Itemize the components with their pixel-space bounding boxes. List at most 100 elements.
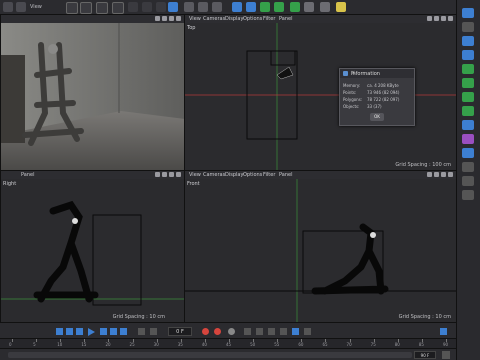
rotation-key-icon[interactable]	[268, 328, 275, 335]
select-tool-icon[interactable]	[66, 2, 78, 14]
front-wireframe	[185, 179, 457, 323]
scale-tool-icon[interactable]	[96, 2, 108, 14]
close-icon[interactable]: ×	[351, 70, 411, 76]
front-viewport[interactable]: View Cameras Display Options Filter Pane…	[184, 170, 458, 324]
memory-label: Memory:	[343, 83, 361, 88]
range-slider[interactable]	[8, 352, 412, 358]
globe-icon[interactable]	[462, 162, 474, 172]
menu-file[interactable]: View	[30, 4, 42, 10]
light-icon[interactable]	[336, 2, 346, 12]
previous-frame-icon[interactable]	[76, 328, 83, 335]
axis-x-icon[interactable]	[128, 2, 138, 12]
points-label: Points:	[343, 90, 357, 95]
timeline-tick-label: 85	[418, 342, 424, 347]
polygons-mode-icon[interactable]	[462, 50, 474, 60]
position-key-icon[interactable]	[244, 328, 251, 335]
undo-icon[interactable]	[3, 2, 13, 12]
loop-icon[interactable]	[138, 328, 145, 335]
texture-mode-icon[interactable]	[462, 78, 474, 88]
timeline-tick-label: 25	[129, 342, 135, 347]
snap-icon[interactable]	[462, 106, 474, 116]
perspective-viewport[interactable]	[0, 14, 186, 172]
end-frame-field[interactable]: 90 F	[414, 351, 436, 359]
next-frame-icon[interactable]	[100, 328, 107, 335]
render-settings-icon[interactable]	[212, 2, 222, 12]
grid-spacing-label: Grid Spacing : 10 cm	[398, 314, 451, 320]
autokey-icon[interactable]	[214, 328, 221, 335]
ok-button[interactable]: OK	[370, 113, 384, 121]
axis-y-icon[interactable]	[142, 2, 152, 12]
rotate-tool-icon[interactable]	[112, 2, 124, 14]
perspective-nav-icons[interactable]	[153, 16, 181, 22]
top-wireframe	[185, 23, 457, 171]
timeline-tick	[12, 339, 13, 342]
sculpt-icon[interactable]	[462, 134, 474, 144]
information-dialog: Information × Memory: ca. 4 208 KByte Po…	[339, 68, 415, 126]
info-icon	[343, 71, 348, 76]
cube-icon[interactable]	[232, 2, 242, 12]
record-keyframe-icon[interactable]	[202, 328, 209, 335]
previous-key-icon[interactable]	[66, 328, 73, 335]
timeline-tick-label: 90	[443, 342, 449, 347]
timeline-ruler[interactable]: 0 5 10 15 20 25 30 35 40 45 50 55 60 65 70 75 80 85 90	[0, 338, 456, 348]
redo-icon[interactable]	[16, 2, 26, 12]
top-viewport[interactable]: View Cameras Display Options Filter Pane…	[184, 14, 458, 172]
keyframe-selection-icon[interactable]	[228, 328, 235, 335]
timeline-tick-label: 5	[33, 342, 36, 347]
transport-bar: 0 F	[0, 322, 456, 338]
point-level-icon[interactable]	[292, 328, 299, 335]
workplane-icon[interactable]	[462, 120, 474, 130]
solo-icon[interactable]	[462, 148, 474, 158]
objects-value: 33 (37)	[367, 104, 382, 109]
timeline-tick	[36, 339, 38, 342]
play-icon[interactable]	[88, 328, 95, 336]
timeline-tick-label: 0	[9, 342, 12, 347]
timeline-tick-label: 40	[201, 342, 207, 347]
tool-palette	[456, 0, 480, 360]
timeline-tick-label: 45	[226, 342, 232, 347]
coordinate-system-icon[interactable]	[168, 2, 178, 12]
scale-key-icon[interactable]	[256, 328, 263, 335]
parameter-key-icon[interactable]	[280, 328, 287, 335]
dialog-title-bar[interactable]: Information ×	[340, 69, 414, 78]
points-mode-icon[interactable]	[462, 22, 474, 32]
timeline-range-bar: 90 F	[0, 348, 456, 360]
right-viewport[interactable]: Panel Right Grid Spacing : 10 cm	[0, 170, 186, 324]
timeline-tick-label: 70	[346, 342, 352, 347]
render-picture-icon[interactable]	[198, 2, 208, 12]
grid-key-icon[interactable]	[304, 328, 311, 335]
timeline-settings-icon[interactable]	[440, 328, 447, 335]
main-toolbar: View	[0, 0, 456, 14]
lock-icon[interactable]	[462, 176, 474, 186]
subdivision-icon[interactable]	[260, 2, 270, 12]
current-frame-field[interactable]: 0 F	[168, 327, 192, 336]
floor-icon[interactable]	[304, 2, 314, 12]
grid-spacing-label: Grid Spacing : 100 cm	[395, 162, 451, 168]
array-icon[interactable]	[274, 2, 284, 12]
polygons-label: Polygons:	[343, 97, 363, 102]
make-editable-icon[interactable]	[462, 8, 474, 18]
layers-icon[interactable]	[462, 190, 474, 200]
timeline-tick-label: 15	[81, 342, 87, 347]
grid-spacing-label: Grid Spacing : 10 cm	[112, 314, 165, 320]
next-key-icon[interactable]	[110, 328, 117, 335]
points-value: 73 946 (82 094)	[367, 90, 400, 95]
axis-z-icon[interactable]	[156, 2, 166, 12]
deformer-icon[interactable]	[290, 2, 300, 12]
render-view-icon[interactable]	[184, 2, 194, 12]
timeline-tick-label: 65	[322, 342, 328, 347]
range-lock-icon[interactable]	[442, 351, 450, 359]
go-to-start-icon[interactable]	[56, 328, 63, 335]
timeline-tick-label: 30	[153, 342, 159, 347]
timeline-tick-label: 80	[394, 342, 400, 347]
timeline-tick-label: 60	[298, 342, 304, 347]
timeline-tick-label: 10	[57, 342, 63, 347]
pen-icon[interactable]	[246, 2, 256, 12]
camera-icon[interactable]	[320, 2, 330, 12]
fps-icon[interactable]	[150, 328, 157, 335]
axis-mode-icon[interactable]	[462, 92, 474, 102]
move-tool-icon[interactable]	[80, 2, 92, 14]
edges-mode-icon[interactable]	[462, 36, 474, 46]
go-to-end-icon[interactable]	[120, 328, 127, 335]
model-mode-icon[interactable]	[462, 64, 474, 74]
